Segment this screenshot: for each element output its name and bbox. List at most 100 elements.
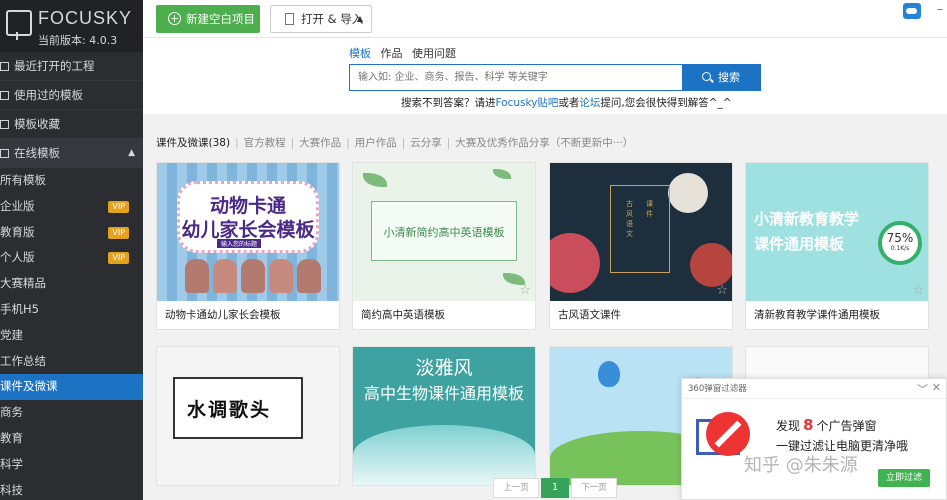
star-icon[interactable]: ☆ [912, 283, 924, 298]
popup-text: 个广告弹窗 [816, 419, 877, 433]
popup-title: 360弹窗过滤器 [682, 379, 946, 399]
search-button-label: 搜索 [718, 71, 740, 84]
template-title: 简约高中英语模板 [361, 309, 445, 321]
sidebar-sub-label: 个人版 [0, 250, 35, 265]
sidebar-sub-education[interactable]: 教育 [0, 426, 143, 452]
sidebar-sub-label: 教育版 [0, 224, 35, 239]
tab-templates[interactable]: 模板 [349, 47, 371, 60]
next-page-button[interactable]: 下一页 [571, 478, 617, 498]
thumb-text: 高中生物课件通用模板 [363, 384, 524, 403]
sidebar-item-favorites[interactable]: 模板收藏 [0, 110, 143, 139]
brand-header: FOCUSKY 当前版本: 4.0.3 [0, 0, 143, 52]
sidebar-item-used-templates[interactable]: 使用过的模板 [0, 81, 143, 110]
focusky-logo-icon [6, 10, 32, 40]
filter-current[interactable]: 课件及微课(38) [156, 137, 230, 149]
sidebar-sub-education-edition[interactable]: 教育版 VIP [0, 220, 143, 246]
vip-badge: VIP [108, 200, 129, 213]
sidebar-sub-enterprise[interactable]: 企业版 VIP [0, 194, 143, 220]
filter-official-tutorials[interactable]: 官方教程 [244, 137, 286, 149]
template-thumbnail[interactable]: 小清新简约高中英语模板 ☆ [353, 163, 535, 301]
search-box: 搜索 [349, 64, 761, 91]
new-project-button[interactable]: + 新建空白项目 [156, 5, 260, 33]
template-card[interactable]: 古风语文 课件 ☆ 古风语文课件 [549, 162, 733, 330]
sidebar-item-label: 模板收藏 [14, 117, 60, 131]
thumb-text: 动物卡通 [209, 195, 286, 217]
search-button[interactable]: 搜索 [682, 64, 761, 91]
speed-percent: 75% [886, 231, 914, 245]
favorite-icon [0, 120, 9, 129]
sidebar-sub-label: 所有模板 [0, 173, 46, 187]
sidebar-sub-personal[interactable]: 个人版 VIP [0, 245, 143, 271]
popup-message: 发现 8 个广告弹窗 [776, 416, 876, 434]
tab-usage-questions[interactable]: 使用问题 [412, 47, 456, 60]
forum-link[interactable]: 论坛 [579, 97, 600, 109]
search-input[interactable] [350, 65, 680, 90]
block-icon [706, 412, 750, 456]
sidebar-sub-technology[interactable]: 科技 [0, 478, 143, 500]
page-1-button[interactable]: 1 [541, 478, 569, 498]
prev-page-button[interactable]: 上一页 [493, 478, 539, 498]
version-label: 当前版本: 4.0.3 [38, 34, 118, 47]
template-card[interactable]: 水调歌头 [156, 346, 340, 486]
sidebar-sub-label: 商务 [0, 405, 23, 420]
tab-works[interactable]: 作品 [381, 47, 403, 60]
sidebar-sub-science[interactable]: 科学 [0, 452, 143, 478]
filter-user-works[interactable]: 用户作品 [355, 137, 397, 149]
collapse-icon[interactable]: ﹀ [917, 381, 928, 397]
vip-badge: VIP [108, 252, 129, 265]
watermark: 知乎 @朱朱源 [744, 455, 858, 476]
hint-text: 搜索不到答案？请进 [401, 97, 496, 109]
star-icon[interactable]: ☆ [519, 283, 531, 298]
speed-value: 0.1K/s [890, 245, 910, 252]
sidebar-sub-summary[interactable]: 工作总结 [0, 349, 143, 375]
sidebar-item-label: 在线模板 [14, 146, 60, 160]
pagination: 上一页 1 下一页 [493, 478, 617, 498]
filter-excellent-share[interactable]: 大赛及优秀作品分享（不断更新中···） [455, 137, 633, 149]
thumb-text: 幼儿家长会模板 [181, 219, 315, 241]
close-icon[interactable]: ✕ [932, 381, 941, 394]
sidebar-sub-business[interactable]: 商务 [0, 400, 143, 426]
cloud-icon[interactable] [903, 3, 921, 19]
sidebar-sub-all[interactable]: 所有模板 [0, 168, 143, 194]
sidebar-sub-label: 教育 [0, 430, 23, 445]
sidebar-sub-courseware[interactable]: 课件及微课 [0, 374, 143, 401]
sidebar-sub-h5[interactable]: 手机H5 [0, 297, 143, 323]
filter-contest-works[interactable]: 大赛作品 [299, 137, 341, 149]
template-card[interactable]: 淡雅风 高中生物课件通用模板 [352, 346, 536, 486]
speed-widget: 75% 0.1K/s [878, 221, 922, 265]
open-import-button[interactable]: 打开 & 导入 ▲ [270, 5, 372, 33]
sidebar-item-online-templates[interactable]: 在线模板 ▲ [0, 139, 143, 168]
sidebar-item-label: 使用过的模板 [14, 88, 83, 102]
sidebar-sub-contest[interactable]: 大赛精品 [0, 271, 143, 297]
template-icon [0, 91, 9, 100]
template-thumbnail[interactable]: 古风语文 课件 ☆ [550, 163, 732, 301]
thumb-text: 课件通用模板 [754, 235, 845, 253]
template-card[interactable]: 动物卡通 幼儿家长会模板 输入您的标题 ☆ 动物卡通幼儿家长会模板 [156, 162, 340, 330]
template-thumbnail[interactable]: 小清新教育教学 课件通用模板 75% 0.1K/s ☆ [746, 163, 928, 301]
thumb-text: 小清新教育教学 [754, 210, 860, 228]
template-card[interactable]: 小清新教育教学 课件通用模板 75% 0.1K/s ☆ 清新教育教学课件通用模板 [745, 162, 929, 330]
toolbar: + 新建空白项目 打开 & 导入 ▲ – [143, 0, 947, 38]
filter-cloud-share[interactable]: 云分享 [410, 137, 442, 149]
template-thumbnail[interactable]: 水调歌头 [157, 347, 339, 485]
vip-badge: VIP [108, 226, 129, 239]
category-filters: 课件及微课(38) | 官方教程 | 大赛作品 | 用户作品 | 云分享 | 大赛及优秀作品分享（不… [156, 137, 634, 149]
online-icon [0, 149, 9, 158]
caret-up-icon: ▲ [356, 14, 363, 23]
sidebar-sub-label: 工作总结 [0, 353, 46, 368]
template-thumbnail[interactable]: 动物卡通 幼儿家长会模板 输入您的标题 ☆ [157, 163, 339, 301]
star-icon[interactable]: ☆ [716, 283, 728, 298]
template-card[interactable]: 小清新简约高中英语模板 ☆ 简约高中英语模板 [352, 162, 536, 330]
ad-count: 8 [803, 416, 814, 434]
thumb-text: 古风语文 [626, 200, 633, 238]
tieba-link[interactable]: Focusky贴吧 [496, 97, 559, 109]
minimize-icon[interactable]: – [937, 2, 943, 16]
sidebar-item-recent[interactable]: 最近打开的工程 [0, 52, 143, 81]
sidebar-sub-party[interactable]: 党建 [0, 323, 143, 349]
template-thumbnail[interactable]: 淡雅风 高中生物课件通用模板 [353, 347, 535, 485]
thumb-tag: 输入您的标题 [217, 239, 262, 248]
template-title: 古风语文课件 [558, 309, 621, 321]
sidebar-sub-label: 科技 [0, 482, 23, 497]
star-icon[interactable]: ☆ [323, 283, 335, 298]
filter-now-button[interactable]: 立即过滤 [878, 469, 930, 487]
